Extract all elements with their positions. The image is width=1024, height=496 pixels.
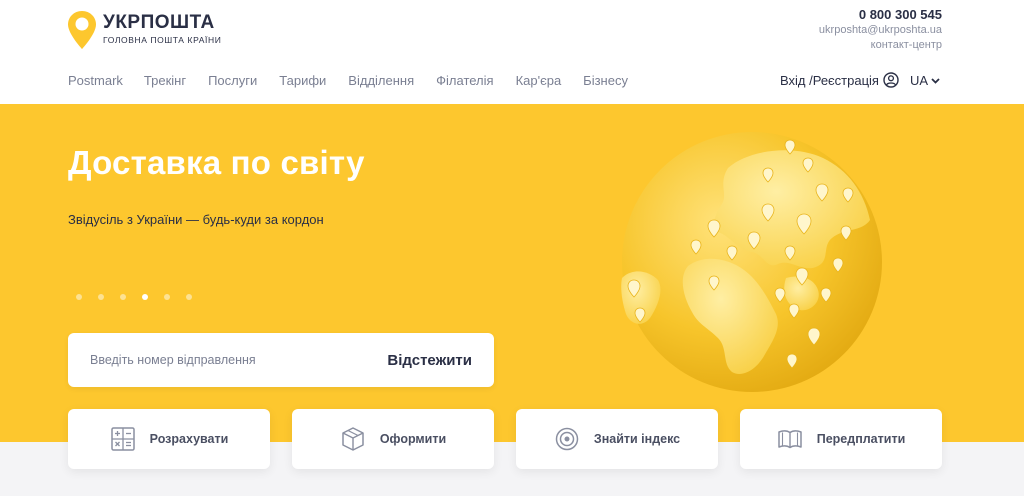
nav-item-services[interactable]: Послуги (208, 73, 257, 88)
slider-dot[interactable] (76, 294, 82, 300)
brand-tagline: ГОЛОВНА ПОШТА КРАЇНИ (103, 35, 222, 45)
subscribe-label: Передплатити (816, 432, 906, 446)
quick-actions: Розрахувати Оформити Знайти індекс Перед… (0, 409, 1024, 469)
tracking-number-input[interactable] (90, 353, 350, 367)
nav-item-tariffs[interactable]: Тарифи (279, 73, 326, 88)
nav-item-career[interactable]: Кар'єра (516, 73, 562, 88)
slider-dot[interactable] (186, 294, 192, 300)
logo-pin-icon (68, 11, 96, 49)
hero-title: Доставка по світу (68, 144, 365, 181)
nav-item-tracking[interactable]: Трекінг (144, 73, 186, 88)
contact-email[interactable]: ukrposhta@ukrposhta.ua (819, 23, 942, 38)
nav-item-postmark[interactable]: Postmark (68, 73, 123, 88)
find-postcode-label: Знайти індекс (593, 432, 681, 446)
contact-phone[interactable]: 0 800 300 545 (819, 7, 942, 23)
find-postcode-card[interactable]: Знайти індекс (516, 409, 718, 469)
login-register-link[interactable]: Вхід /Реєстрація (780, 72, 899, 88)
brand-name: УКРПОШТА (103, 12, 215, 33)
site-header: УКРПОШТА ГОЛОВНА ПОШТА КРАЇНИ 0 800 300 … (0, 0, 1024, 104)
subscribe-card[interactable]: Передплатити (740, 409, 942, 469)
login-label: Вхід /Реєстрація (780, 72, 879, 88)
slider-dot[interactable] (164, 294, 170, 300)
nav-item-philately[interactable]: Філателія (436, 73, 493, 88)
open-book-icon (777, 430, 802, 449)
hero-banner: Доставка по світу Звідусіль з України — … (0, 104, 1024, 442)
contact-center-label: контакт-центр (870, 39, 942, 51)
calculate-label: Розрахувати (149, 432, 229, 446)
globe-illustration (621, 132, 882, 392)
slider-dots (76, 294, 208, 300)
chevron-down-icon (931, 77, 940, 84)
hero-subtitle: Звідусіль з України — будь-куди за кордо… (68, 212, 324, 227)
track-button[interactable]: Відстежити (387, 352, 472, 369)
calculate-card[interactable]: Розрахувати (68, 409, 270, 469)
create-shipment-label: Оформити (379, 432, 447, 446)
main-nav: Postmark Трекінг Послуги Тарифи Відділен… (68, 73, 650, 88)
slider-dot[interactable] (98, 294, 104, 300)
target-icon (555, 427, 579, 451)
language-selector[interactable]: UA (910, 73, 940, 88)
tracking-form: Відстежити (68, 333, 494, 387)
user-icon (883, 72, 899, 88)
language-value: UA (910, 73, 929, 88)
contact-block: 0 800 300 545 ukrposhta@ukrposhta.ua кон… (819, 7, 942, 53)
calculator-icon (110, 427, 135, 451)
slider-dot-active[interactable] (142, 294, 148, 300)
slider-dot[interactable] (120, 294, 126, 300)
nav-item-branches[interactable]: Відділення (348, 73, 414, 88)
parcel-box-icon (342, 427, 364, 451)
create-shipment-card[interactable]: Оформити (292, 409, 494, 469)
brand-logo[interactable]: УКРПОШТА ГОЛОВНА ПОШТА КРАЇНИ (67, 10, 221, 50)
nav-item-business[interactable]: Бізнесу (583, 73, 628, 88)
